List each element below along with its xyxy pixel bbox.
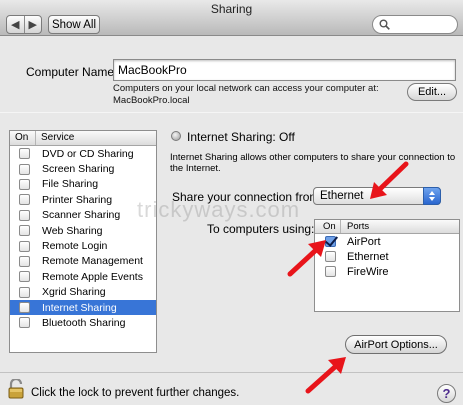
- service-checkbox[interactable]: [19, 209, 30, 221]
- port-label: AirPort: [347, 235, 381, 248]
- search-input[interactable]: [372, 15, 458, 34]
- forward-arrow-icon: ▶: [28, 19, 37, 31]
- service-row[interactable]: Bluetooth Sharing: [10, 315, 156, 330]
- ports-list: On Ports AirPort Ethernet FireWire: [314, 219, 460, 312]
- service-label: Remote Login: [42, 240, 108, 253]
- service-checkbox[interactable]: [19, 163, 30, 175]
- service-label: Scanner Sharing: [42, 209, 121, 222]
- annotation-arrow-icon: [305, 357, 346, 394]
- lock-icon[interactable]: [8, 379, 24, 399]
- port-row[interactable]: AirPort: [315, 234, 459, 249]
- column-header-on[interactable]: On: [10, 131, 36, 145]
- computer-name-description-line: Computers on your local network can acce…: [113, 83, 379, 94]
- service-label: Remote Management: [42, 255, 143, 268]
- back-button[interactable]: ◀: [7, 16, 24, 33]
- service-checkbox[interactable]: [19, 271, 30, 283]
- internet-sharing-description: Internet Sharing allows other computers …: [170, 152, 456, 174]
- service-checkbox[interactable]: [19, 286, 30, 298]
- service-list: On Service DVD or CD Sharing Screen Shari…: [9, 130, 157, 353]
- service-checkbox[interactable]: [19, 317, 30, 329]
- select-arrows-icon: [423, 187, 441, 205]
- port-checkbox[interactable]: [325, 251, 336, 262]
- share-from-select[interactable]: Ethernet: [313, 187, 441, 205]
- edit-button[interactable]: Edit...: [407, 83, 457, 101]
- service-label: Xgrid Sharing: [42, 286, 106, 299]
- service-checkbox[interactable]: [19, 148, 30, 160]
- service-label: Bluetooth Sharing: [42, 316, 126, 329]
- title-bar: Sharing ◀ ▶ Show All: [0, 0, 463, 36]
- sharing-window: Sharing ◀ ▶ Show All Computer Name: Comp…: [0, 0, 463, 405]
- service-row[interactable]: DVD or CD Sharing: [10, 146, 156, 161]
- sharing-status: Internet Sharing: Off: [187, 130, 295, 144]
- back-arrow-icon: ◀: [11, 19, 20, 31]
- help-button[interactable]: ?: [437, 384, 456, 403]
- ports-list-header: On Ports: [315, 220, 459, 234]
- section-divider: [0, 112, 463, 113]
- service-checkbox[interactable]: [19, 255, 30, 267]
- window-title: Sharing: [210, 2, 253, 16]
- to-computers-label: To computers using:: [207, 222, 315, 236]
- status-indicator-icon: [171, 131, 181, 141]
- service-row[interactable]: Remote Management: [10, 254, 156, 269]
- service-rows: DVD or CD Sharing Screen Sharing File Shar…: [10, 146, 156, 331]
- help-icon: ?: [442, 386, 451, 401]
- service-row[interactable]: Xgrid Sharing: [10, 285, 156, 300]
- forward-button[interactable]: ▶: [23, 16, 42, 33]
- service-row[interactable]: File Sharing: [10, 177, 156, 192]
- service-checkbox[interactable]: [19, 194, 30, 206]
- service-row[interactable]: Screen Sharing: [10, 161, 156, 176]
- share-from-label: Share your connection from:: [172, 190, 323, 204]
- service-label: Web Sharing: [42, 224, 103, 237]
- airport-options-button[interactable]: AirPort Options...: [345, 335, 447, 354]
- computer-name-description: Computers on your local network can acce…: [113, 83, 393, 107]
- share-from-value: Ethernet: [320, 190, 364, 202]
- service-row[interactable]: Printer Sharing: [10, 192, 156, 207]
- service-label: DVD or CD Sharing: [42, 147, 134, 160]
- service-row[interactable]: Remote Apple Events: [10, 269, 156, 284]
- column-header-on[interactable]: On: [315, 220, 341, 233]
- show-all-button[interactable]: Show All: [48, 15, 100, 34]
- service-label: Screen Sharing: [42, 163, 115, 176]
- port-label: Ethernet: [347, 250, 389, 263]
- footer-divider: [0, 372, 463, 373]
- service-checkbox[interactable]: [19, 225, 30, 237]
- port-checkbox[interactable]: [325, 266, 336, 277]
- local-hostname: MacBookPro.local: [113, 95, 190, 106]
- port-rows: AirPort Ethernet FireWire: [315, 234, 459, 279]
- service-checkbox[interactable]: [19, 178, 30, 190]
- port-checkbox[interactable]: [325, 236, 336, 247]
- computer-name-field[interactable]: [113, 59, 456, 81]
- column-header-ports[interactable]: Ports: [341, 220, 369, 233]
- port-label: FireWire: [347, 265, 389, 278]
- service-row[interactable]: Internet Sharing: [10, 299, 156, 316]
- column-header-service[interactable]: Service: [36, 131, 74, 145]
- port-row[interactable]: Ethernet: [315, 249, 459, 264]
- service-checkbox[interactable]: [19, 302, 30, 314]
- service-checkbox[interactable]: [19, 240, 30, 252]
- service-label: Printer Sharing: [42, 193, 113, 206]
- back-forward-buttons: ◀ ▶: [6, 15, 42, 34]
- service-label: Internet Sharing: [42, 301, 117, 314]
- search-icon: [379, 19, 390, 30]
- lock-message: Click the lock to prevent further change…: [31, 387, 240, 399]
- service-label: File Sharing: [42, 178, 99, 191]
- computer-name-label: Computer Name:: [26, 65, 118, 79]
- service-row[interactable]: Scanner Sharing: [10, 208, 156, 223]
- port-row[interactable]: FireWire: [315, 264, 459, 279]
- service-label: Remote Apple Events: [42, 270, 143, 283]
- service-row[interactable]: Web Sharing: [10, 223, 156, 238]
- service-list-header: On Service: [10, 131, 156, 146]
- service-row[interactable]: Remote Login: [10, 238, 156, 253]
